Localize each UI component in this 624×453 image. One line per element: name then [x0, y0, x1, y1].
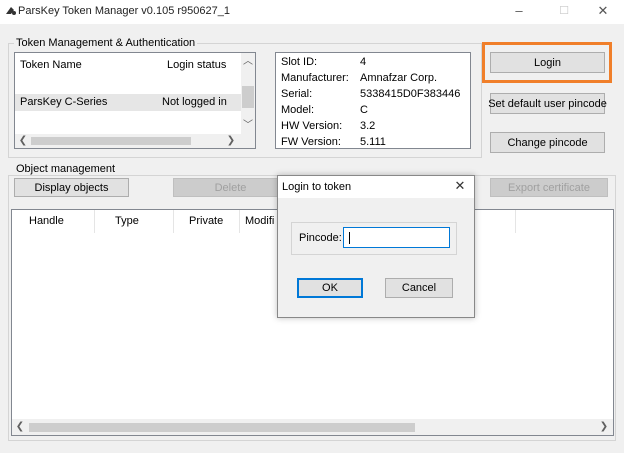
column-divider	[515, 210, 516, 233]
column-header-private[interactable]: Private	[189, 215, 223, 227]
token-list-hscroll-thumb[interactable]	[31, 137, 191, 145]
scroll-up-icon[interactable]: ︿	[241, 55, 255, 68]
column-header-login-status[interactable]: Login status	[167, 59, 226, 71]
info-label-fw-version: FW Version:	[281, 136, 341, 148]
pincode-input[interactable]	[343, 227, 450, 248]
export-certificate-button[interactable]: Export certificate	[490, 178, 608, 197]
window-title: ParsKey Token Manager v0.105 r950627_1	[18, 5, 230, 17]
close-button[interactable]: ✕	[580, 0, 624, 24]
info-label-model: Model:	[281, 104, 315, 116]
token-list-vertical-scrollbar[interactable]: ︿ ﹀	[241, 53, 255, 134]
login-dialog: Login to token ✕ Pincode: OK Cancel	[277, 175, 475, 318]
scroll-down-icon[interactable]: ﹀	[241, 119, 255, 132]
token-row-status: Not logged in	[162, 96, 227, 108]
ok-button[interactable]: OK	[297, 278, 363, 298]
dialog-close-icon[interactable]: ✕	[450, 178, 470, 196]
info-value-manufacturer: Amnafzar Corp.	[360, 72, 438, 84]
token-list-horizontal-scrollbar[interactable]: ❮ ❯	[15, 134, 255, 148]
column-divider	[239, 210, 240, 233]
app-icon	[6, 7, 16, 15]
info-value-fw-version: 5.111	[360, 136, 386, 148]
title-bar: ParsKey Token Manager v0.105 r950627_1 –…	[0, 0, 624, 24]
change-pincode-button[interactable]: Change pincode	[490, 132, 605, 153]
token-list-scroll-thumb[interactable]	[242, 86, 254, 108]
token-info-panel: Slot ID: 4 Manufacturer: Amnafzar Corp. …	[275, 52, 471, 149]
scroll-left-icon[interactable]: ❮	[17, 134, 29, 147]
minimize-button[interactable]: –	[496, 0, 542, 24]
pincode-label: Pincode:	[299, 232, 342, 244]
column-header-handle[interactable]: Handle	[29, 215, 64, 227]
login-dialog-title: Login to token	[282, 181, 352, 193]
scroll-left-icon[interactable]: ❮	[14, 420, 26, 433]
token-management-group-title: Token Management & Authentication	[14, 37, 198, 49]
objects-list-hscroll-thumb[interactable]	[29, 423, 415, 432]
column-header-type[interactable]: Type	[115, 215, 139, 227]
delete-button[interactable]: Delete	[173, 178, 288, 197]
objects-list-horizontal-scrollbar[interactable]: ❮ ❯	[12, 419, 613, 435]
object-management-group-title: Object management	[14, 163, 118, 175]
info-value-model: C	[360, 104, 368, 116]
scroll-right-icon[interactable]: ❯	[225, 134, 237, 147]
set-default-pincode-button[interactable]: Set default user pincode	[488, 93, 607, 114]
info-label-manufacturer: Manufacturer:	[281, 72, 349, 84]
info-value-hw-version: 3.2	[360, 120, 376, 132]
column-header-modifiable[interactable]: Modifi	[245, 215, 274, 227]
display-objects-button[interactable]: Display objects	[14, 178, 129, 197]
column-divider	[173, 210, 174, 233]
login-dialog-title-bar: Login to token ✕	[278, 176, 474, 198]
login-button[interactable]: Login	[490, 52, 605, 73]
scroll-right-icon[interactable]: ❯	[598, 420, 610, 433]
text-cursor	[349, 232, 350, 244]
column-header-token-name[interactable]: Token Name	[20, 59, 82, 71]
column-divider	[94, 210, 95, 233]
info-value-serial: 5338415D0F383446	[360, 88, 461, 100]
token-list[interactable]: Token Name Login status ParsKey C-Series…	[14, 52, 256, 149]
info-label-hw-version: HW Version:	[281, 120, 343, 132]
info-label-serial: Serial:	[281, 88, 313, 100]
cancel-button[interactable]: Cancel	[385, 278, 453, 298]
info-label-slot-id: Slot ID:	[281, 56, 318, 68]
token-row-name: ParsKey C-Series	[20, 96, 108, 108]
info-value-slot-id: 4	[360, 56, 367, 68]
token-row[interactable]: ParsKey C-Series Not logged in	[15, 94, 241, 111]
